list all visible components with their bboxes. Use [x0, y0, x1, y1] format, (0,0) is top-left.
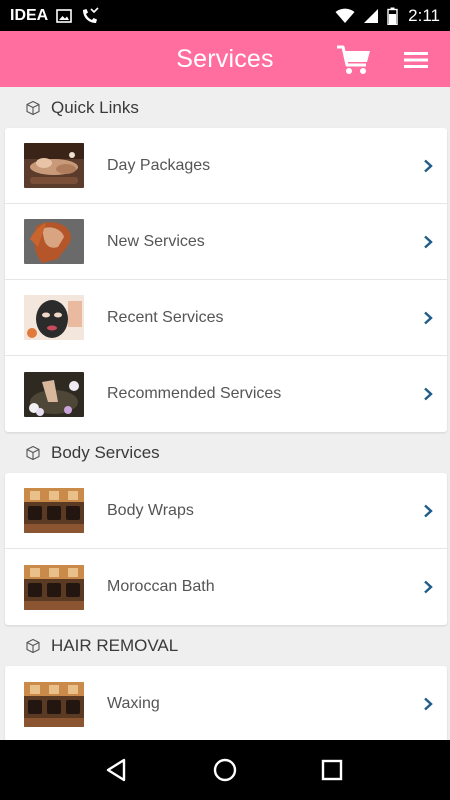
service-thumbnail	[24, 681, 84, 727]
system-nav-bar	[0, 740, 450, 800]
missed-call-icon	[80, 6, 100, 25]
chevron-right-icon	[424, 159, 433, 172]
chevron-right-icon	[424, 235, 433, 248]
back-icon	[107, 758, 126, 782]
service-thumbnail	[24, 143, 84, 188]
section-card: Body Wraps Moroccan Bath	[5, 473, 447, 625]
list-item-label: Recommended Services	[107, 385, 282, 402]
wifi-icon	[335, 8, 355, 24]
list-item-label: Moroccan Bath	[107, 578, 215, 595]
menu-button[interactable]	[403, 47, 429, 73]
status-bar: IDEA 2:11	[0, 0, 450, 31]
cart-button[interactable]	[336, 44, 372, 76]
app-bar: Services	[0, 31, 450, 87]
cart-icon	[337, 45, 370, 74]
home-button[interactable]	[211, 756, 239, 784]
services-list[interactable]: Quick Links Day Packages New Services Recen…	[0, 87, 450, 740]
clock: 2:11	[408, 5, 440, 25]
recents-button[interactable]	[318, 756, 346, 784]
box-icon	[26, 445, 40, 460]
list-item-label: Recent Services	[107, 308, 224, 326]
list-item[interactable]: Moroccan Bath	[5, 549, 447, 625]
list-item[interactable]: Body Wraps	[5, 473, 447, 549]
battery-icon	[387, 7, 398, 25]
service-thumbnail	[24, 564, 84, 610]
section-header: Quick Links	[0, 87, 450, 128]
list-item-label: Body Wraps	[107, 501, 194, 519]
section-header: HAIR REMOVAL	[0, 625, 450, 666]
section-title: HAIR REMOVAL	[51, 635, 179, 655]
section-title: Quick Links	[51, 97, 139, 117]
image-icon	[56, 8, 73, 23]
chevron-right-icon	[424, 387, 433, 401]
box-icon	[26, 638, 40, 653]
signal-icon	[363, 8, 379, 24]
chevron-right-icon	[424, 697, 433, 711]
section-title: Body Services	[51, 442, 160, 462]
section-card: Day Packages New Services Recent Services R…	[5, 128, 447, 432]
service-thumbnail	[24, 488, 84, 533]
service-thumbnail	[24, 295, 84, 340]
home-icon	[213, 758, 237, 782]
list-item[interactable]: Waxing	[5, 666, 447, 740]
list-item[interactable]: Day Packages	[5, 128, 447, 204]
chevron-right-icon	[424, 311, 433, 324]
list-item-label: Day Packages	[107, 156, 211, 174]
chevron-right-icon	[424, 580, 433, 594]
section-header: Body Services	[0, 432, 450, 473]
list-item[interactable]: Recommended Services	[5, 356, 447, 432]
section-card: Waxing	[5, 666, 447, 740]
list-item[interactable]: Recent Services	[5, 280, 447, 356]
service-thumbnail	[24, 371, 84, 417]
list-item-label: Waxing	[107, 695, 160, 712]
service-thumbnail	[24, 219, 84, 264]
recents-icon	[321, 759, 342, 781]
list-item-label: New Services	[107, 232, 205, 250]
chevron-right-icon	[424, 504, 433, 517]
carrier-label: IDEA	[10, 6, 49, 24]
list-item[interactable]: New Services	[5, 204, 447, 280]
box-icon	[26, 100, 40, 115]
page-title: Services	[176, 44, 274, 73]
hamburger-menu-icon	[404, 52, 428, 68]
back-button[interactable]	[104, 756, 132, 784]
